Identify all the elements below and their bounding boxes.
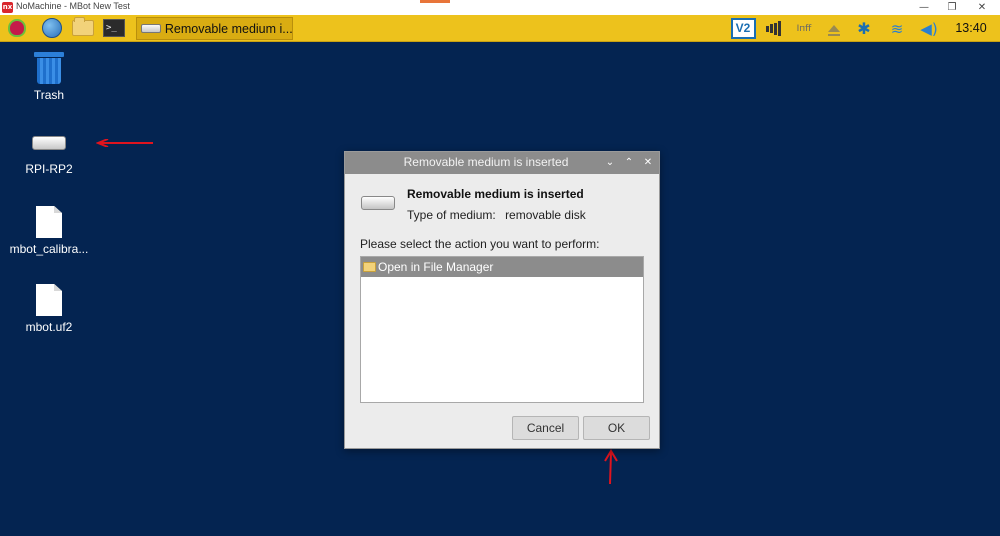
- dialog-titlebar[interactable]: Removable medium is inserted ⌄ ⌃ ✕: [345, 152, 659, 174]
- desktop-icon-label: mbot_calibra...: [9, 242, 89, 256]
- dialog-maximize-button[interactable]: ⌃: [622, 155, 636, 170]
- dialog-heading: Removable medium is inserted: [407, 187, 584, 201]
- medium-type: Type of medium: removable disk: [407, 208, 586, 222]
- document-icon: [36, 206, 62, 238]
- folder-icon: [72, 17, 94, 36]
- vnc-tray[interactable]: V2: [730, 15, 756, 42]
- desktop-icon-mbot-uf2[interactable]: mbot.uf2: [4, 284, 94, 334]
- cpu-monitor-icon[interactable]: Iпff: [794, 15, 814, 42]
- dialog-close-button[interactable]: ✕: [641, 155, 655, 170]
- minimize-button[interactable]: —: [912, 0, 936, 15]
- raspberry-icon: [8, 19, 26, 37]
- drive-icon: [361, 196, 395, 210]
- trash-icon: [34, 52, 64, 84]
- folder-icon: [363, 262, 376, 272]
- terminal-icon: >_: [103, 19, 125, 37]
- drive-icon: [32, 136, 66, 150]
- dialog-title: Removable medium is inserted: [403, 155, 569, 169]
- taskbar: >_ Removable medium i...: [0, 15, 1000, 42]
- action-list[interactable]: Open in File Manager: [360, 256, 644, 403]
- action-open-in-file-manager[interactable]: Open in File Manager: [361, 257, 643, 277]
- wifi-icon[interactable]: ≋: [887, 15, 907, 42]
- taskbar-item-label: Removable medium i...: [164, 21, 292, 36]
- action-label: Open in File Manager: [378, 260, 494, 274]
- browser-launcher[interactable]: [40, 17, 64, 39]
- annotation-arrow-up-icon: [604, 449, 618, 485]
- bluetooth-icon[interactable]: ✱: [856, 15, 872, 42]
- close-button[interactable]: ✕: [970, 0, 994, 15]
- maximize-button[interactable]: ❐: [940, 0, 964, 15]
- desktop-icon-mbot-calibration[interactable]: mbot_calibra...: [4, 206, 94, 256]
- globe-icon: [42, 18, 62, 38]
- annotation-arrow-left-icon: [96, 139, 153, 147]
- desktop-icon-label: Trash: [33, 88, 65, 102]
- document-icon: [36, 284, 62, 316]
- clock[interactable]: 13:40: [950, 15, 992, 42]
- raspberry-menu-button[interactable]: [5, 17, 29, 39]
- dialog-shade-button[interactable]: ⌄: [603, 155, 617, 170]
- nomachine-logo-icon: nx: [2, 2, 13, 13]
- medium-type-value: removable disk: [505, 208, 586, 222]
- drive-icon: [141, 24, 161, 33]
- action-prompt: Please select the action you want to per…: [360, 237, 600, 251]
- nomachine-titlebar: nx NoMachine - MBot New Test — ❐ ✕: [0, 0, 1000, 15]
- medium-type-label: Type of medium:: [407, 208, 496, 222]
- cancel-button[interactable]: Cancel: [512, 416, 579, 440]
- terminal-launcher[interactable]: >_: [102, 17, 126, 39]
- ok-button[interactable]: OK: [583, 416, 650, 440]
- nomachine-menu-tab[interactable]: [420, 0, 450, 3]
- desktop-icon-label: mbot.uf2: [25, 320, 73, 334]
- window-title: NoMachine - MBot New Test: [16, 1, 130, 11]
- desktop-icon-trash[interactable]: Trash: [4, 52, 94, 102]
- file-manager-launcher[interactable]: [71, 17, 95, 39]
- volume-icon[interactable]: ◀): [918, 15, 940, 42]
- desktop-icon-label: RPI-RP2: [25, 162, 73, 176]
- removable-medium-dialog: Removable medium is inserted ⌄ ⌃ ✕ Remov…: [344, 151, 660, 449]
- vnc-icon: V2: [730, 18, 756, 39]
- eject-icon[interactable]: [826, 15, 842, 42]
- taskbar-item-removable-medium[interactable]: Removable medium i...: [136, 17, 293, 40]
- desktop-icon-rpi-rp2[interactable]: RPI-RP2: [4, 128, 94, 176]
- signal-bars-icon[interactable]: [762, 15, 786, 42]
